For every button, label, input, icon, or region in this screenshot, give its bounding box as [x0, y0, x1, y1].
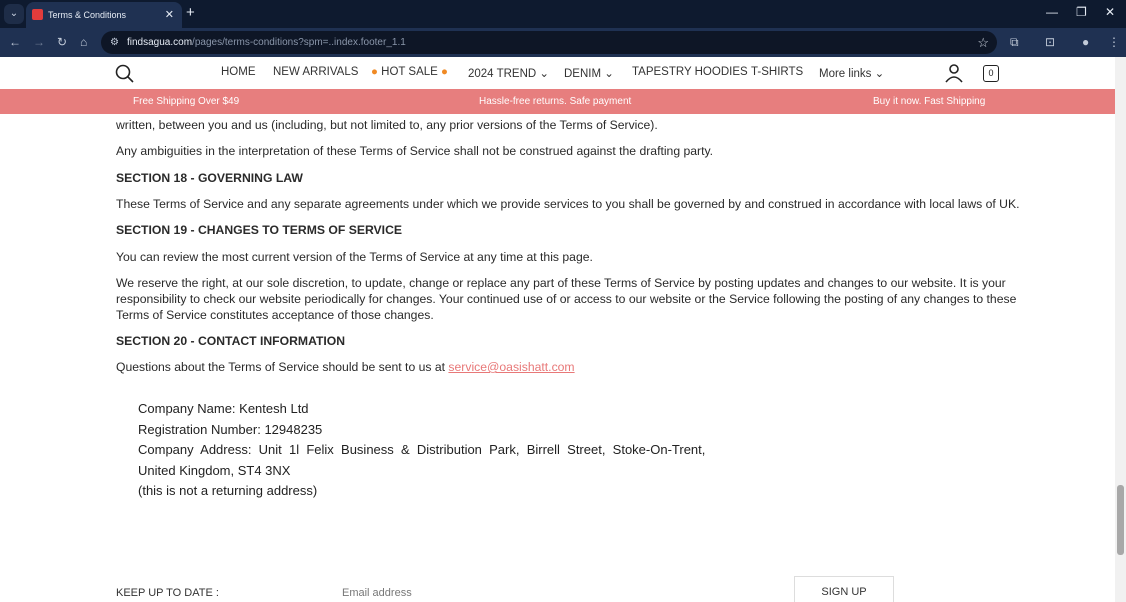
- scrollbar-thumb[interactable]: [1117, 485, 1124, 555]
- nav-tapestry-hoodies[interactable]: TAPESTRY HOODIES: [632, 66, 748, 78]
- web-page: HOME NEW ARRIVALS ● HOT SALE ● 2024 TREN…: [0, 57, 1115, 602]
- profile-icon[interactable]: ●: [1082, 35, 1089, 49]
- cart-count: 0: [988, 68, 994, 78]
- reload-icon[interactable]: ↻: [57, 35, 67, 49]
- paragraph: written, between you and us (including, …: [116, 118, 658, 132]
- nav-new-arrivals[interactable]: NEW ARRIVALS: [273, 66, 358, 78]
- paragraph: Terms of Service constitutes acceptance …: [116, 308, 434, 322]
- tab-search-button[interactable]: ⌄: [4, 4, 24, 24]
- company-info: (this is not a returning address): [138, 483, 318, 498]
- new-tab-button[interactable]: +: [186, 4, 195, 21]
- section-heading: SECTION 19 - CHANGES TO TERMS OF SERVICE: [116, 223, 403, 237]
- tab-terms[interactable]: Terms & Conditions ✕: [26, 2, 182, 28]
- address-bar[interactable]: ⚙ findsagua.com/pages/terms-conditions?s…: [101, 31, 997, 54]
- company-info: United Kingdom, ST4 3NX: [138, 463, 291, 478]
- fire-icon: ●: [371, 66, 378, 78]
- url-path: /pages/terms-conditions?spm=..index.foot…: [192, 37, 406, 48]
- chevron-down-icon: ⌄: [539, 68, 550, 80]
- paragraph: responsibility to check our website peri…: [116, 292, 1017, 306]
- menu-icon[interactable]: ⋮: [1108, 35, 1120, 49]
- site-header: HOME NEW ARRIVALS ● HOT SALE ● 2024 TREN…: [0, 57, 1115, 89]
- nav-more-links[interactable]: More links ⌄: [819, 66, 884, 80]
- close-tab-icon[interactable]: ✕: [165, 2, 174, 28]
- favicon-icon: [32, 9, 43, 20]
- paragraph: These Terms of Service and any separate …: [116, 197, 1020, 211]
- tab-title: Terms & Conditions: [48, 10, 127, 20]
- announcement-banner: Free Shipping Over $49 Hassle-free retur…: [0, 89, 1115, 114]
- banner-text: Hassle-free returns. Safe payment: [479, 96, 632, 107]
- extensions-icon[interactable]: ⧉: [1010, 35, 1019, 50]
- forward-icon[interactable]: →: [33, 35, 45, 49]
- screenshot-icon[interactable]: ⊡: [1045, 35, 1055, 49]
- nav-home[interactable]: HOME: [221, 66, 256, 78]
- account-icon[interactable]: [945, 64, 963, 83]
- paragraph: We reserve the right, at our sole discre…: [116, 276, 1006, 290]
- paragraph: Questions about the Terms of Service sho…: [116, 360, 575, 374]
- company-info: Company Address: Unit 1l Felix Business …: [138, 442, 706, 457]
- bookmark-star-icon[interactable]: ☆: [977, 31, 989, 54]
- banner-text: Free Shipping Over $49: [133, 96, 240, 107]
- chevron-down-icon: ⌄: [604, 68, 614, 80]
- scrollbar[interactable]: [1115, 57, 1126, 602]
- home-icon[interactable]: ⌂: [80, 35, 87, 49]
- url-domain: findsagua.com: [127, 37, 193, 48]
- chevron-down-icon: ⌄: [874, 68, 885, 80]
- close-window-button[interactable]: ✕: [1105, 5, 1115, 19]
- search-icon[interactable]: [115, 64, 134, 83]
- tab-bar: ⌄ Terms & Conditions ✕ + — ❐ ✕: [0, 0, 1126, 28]
- nav-hot-sale[interactable]: ● HOT SALE ●: [371, 66, 448, 78]
- paragraph: Any ambiguities in the interpretation of…: [116, 144, 714, 158]
- restore-button[interactable]: ❐: [1076, 5, 1087, 19]
- nav-t-shirts[interactable]: T-SHIRTS: [751, 66, 803, 78]
- address-row: ← → ↻ ⌂ ⚙ findsagua.com/pages/terms-cond…: [0, 28, 1126, 57]
- section-heading: SECTION 18 - GOVERNING LAW: [116, 171, 303, 185]
- email-input[interactable]: Email address: [342, 587, 412, 599]
- banner-text: Buy it now. Fast Shipping: [873, 96, 986, 107]
- nav-denim[interactable]: DENIM ⌄: [564, 66, 614, 80]
- company-info: Company Name: Kentesh Ltd: [138, 401, 309, 416]
- section-heading: SECTION 20 - CONTACT INFORMATION: [116, 334, 346, 348]
- nav-2024-trend[interactable]: 2024 TREND ⌄: [468, 66, 549, 80]
- back-icon[interactable]: ←: [9, 35, 21, 49]
- fire-icon: ●: [441, 66, 448, 78]
- newsletter-label: KEEP UP TO DATE :: [116, 587, 219, 599]
- company-info: Registration Number: 12948235: [138, 422, 323, 437]
- minimize-button[interactable]: —: [1046, 5, 1058, 19]
- site-info-icon[interactable]: ⚙: [110, 31, 119, 54]
- sign-up-button[interactable]: SIGN UP: [794, 576, 894, 602]
- contact-email-link[interactable]: service@oasishatt.com: [448, 360, 574, 374]
- paragraph: You can review the most current version …: [116, 250, 593, 264]
- cart-icon[interactable]: 0: [983, 65, 999, 82]
